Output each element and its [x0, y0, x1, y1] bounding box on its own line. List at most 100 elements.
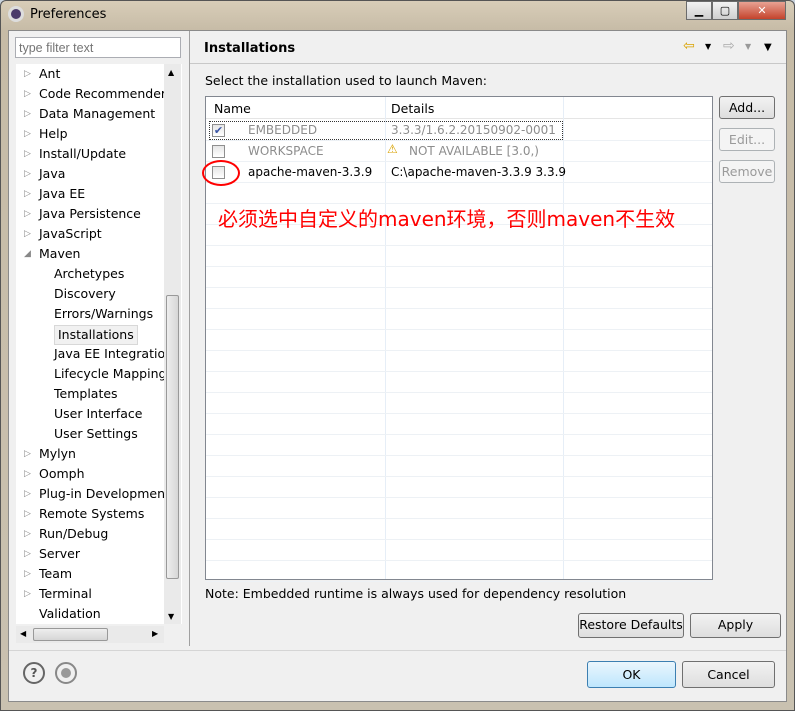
ok-button[interactable]: OK	[587, 661, 676, 688]
tree-item[interactable]: Help	[39, 125, 68, 145]
row-details: NOT AVAILABLE [3.0,)	[409, 144, 539, 158]
tree-item[interactable]: Errors/Warnings	[54, 305, 153, 325]
grid-line	[206, 539, 712, 540]
collapsed-arrow-icon[interactable]: ▷	[24, 89, 31, 99]
tree-item[interactable]: Run/Debug	[39, 525, 108, 545]
collapsed-arrow-icon[interactable]: ▷	[24, 209, 31, 219]
tree-item[interactable]: Code Recommenders	[39, 85, 173, 105]
row-details: 3.3.3/1.6.2.20150902-0001	[391, 123, 556, 137]
hscroll-thumb[interactable]	[33, 628, 108, 641]
tree-item[interactable]: Terminal	[39, 585, 92, 605]
collapsed-arrow-icon[interactable]: ▷	[24, 589, 31, 599]
tree-item[interactable]: Server	[39, 545, 80, 565]
maximize-button[interactable]: ▢	[712, 1, 738, 20]
tree-item[interactable]: Validation	[39, 605, 101, 625]
annotation-text: 必须选中自定义的maven环境，否则maven不生效	[218, 207, 676, 231]
collapsed-arrow-icon[interactable]: ▷	[24, 149, 31, 159]
header-separator	[190, 63, 786, 64]
row-name: EMBEDDED	[248, 123, 318, 137]
tree-item[interactable]: Data Management	[39, 105, 155, 125]
collapsed-arrow-icon[interactable]: ▷	[24, 469, 31, 479]
tree-item[interactable]: User Settings	[54, 425, 138, 445]
note-label: Note: Embedded runtime is always used fo…	[205, 586, 627, 601]
collapsed-arrow-icon[interactable]: ▷	[24, 529, 31, 539]
column-header-name[interactable]: Name	[214, 101, 251, 116]
collapsed-arrow-icon[interactable]: ▷	[24, 109, 31, 119]
collapsed-arrow-icon[interactable]: ▷	[24, 489, 31, 499]
grid-line	[206, 287, 712, 288]
add-button[interactable]: Add...	[719, 96, 775, 119]
grid-line	[206, 476, 712, 477]
tree-item[interactable]: Ant	[39, 65, 60, 85]
filter-input[interactable]	[15, 37, 181, 58]
restore-defaults-button[interactable]: Restore Defaults	[578, 613, 684, 638]
page-title: Installations	[204, 41, 296, 56]
column-header-details[interactable]: Details	[391, 101, 434, 116]
help-icon[interactable]: ?	[23, 662, 45, 684]
tree-item[interactable]: Java	[39, 165, 65, 185]
tree-item[interactable]: User Interface	[54, 405, 142, 425]
grid-line	[206, 455, 712, 456]
grid-line	[206, 182, 712, 183]
pane-divider[interactable]	[189, 31, 190, 646]
scroll-down-icon[interactable]: ▼	[168, 612, 174, 621]
grid-line	[206, 308, 712, 309]
tree-item[interactable]: Oomph	[39, 465, 85, 485]
tree-item[interactable]: JavaScript	[39, 225, 102, 245]
scroll-up-icon[interactable]: ▲	[168, 68, 174, 77]
edit-button[interactable]: Edit...	[719, 128, 775, 151]
record-macro-icon[interactable]	[55, 662, 77, 684]
tree-item[interactable]: Java EE	[39, 185, 85, 205]
expanded-arrow-icon[interactable]: ◢	[24, 249, 31, 259]
grid-line	[206, 434, 712, 435]
preferences-gear-icon	[8, 6, 24, 22]
scroll-right-icon[interactable]: ▶	[152, 629, 158, 638]
collapsed-arrow-icon[interactable]: ▷	[24, 189, 31, 199]
grid-line	[206, 245, 712, 246]
cancel-button[interactable]: Cancel	[682, 661, 775, 688]
tree-horizontal-scrollbar[interactable]: ◀ ▶	[16, 626, 164, 643]
grid-line	[206, 581, 712, 582]
tree-item[interactable]: Archetypes	[54, 265, 124, 285]
grid-line	[206, 140, 712, 141]
collapsed-arrow-icon[interactable]: ▷	[24, 69, 31, 79]
tree-item[interactable]: Installations	[54, 325, 138, 345]
apply-button[interactable]: Apply	[690, 613, 781, 638]
tree-item[interactable]: Mylyn	[39, 445, 76, 465]
tree-item[interactable]: Maven	[39, 245, 80, 265]
collapsed-arrow-icon[interactable]: ▷	[24, 569, 31, 579]
tree-vertical-scrollbar[interactable]: ▲ ▼	[164, 64, 181, 624]
tree-item[interactable]: Java EE Integration	[54, 345, 173, 365]
tree-item[interactable]: Plug-in Development	[39, 485, 170, 505]
forward-arrow-icon[interactable]: ⇨	[723, 38, 735, 54]
collapsed-arrow-icon[interactable]: ▷	[24, 549, 31, 559]
grid-line	[206, 161, 712, 162]
tree-item[interactable]: Install/Update	[39, 145, 126, 165]
scroll-left-icon[interactable]: ◀	[20, 629, 26, 638]
row-name: apache-maven-3.3.9	[248, 165, 373, 179]
tree-item[interactable]: Discovery	[54, 285, 116, 305]
tree-item[interactable]: Remote Systems	[39, 505, 144, 525]
forward-menu-icon[interactable]: ▼	[745, 42, 751, 51]
back-arrow-icon[interactable]: ⇦	[683, 38, 695, 54]
tree-item[interactable]: Java Persistence	[39, 205, 141, 225]
collapsed-arrow-icon[interactable]: ▷	[24, 509, 31, 519]
grid-line	[206, 413, 712, 414]
view-menu-icon[interactable]: ▼	[764, 42, 772, 53]
minimize-button[interactable]: ▁	[686, 1, 712, 20]
tree-item[interactable]: Templates	[54, 385, 118, 405]
back-menu-icon[interactable]: ▼	[705, 42, 711, 51]
collapsed-arrow-icon[interactable]: ▷	[24, 169, 31, 179]
instruction-label: Select the installation used to launch M…	[205, 73, 487, 88]
remove-button[interactable]: Remove	[719, 160, 775, 183]
scroll-thumb[interactable]	[166, 295, 179, 579]
tree-item[interactable]: Team	[39, 565, 72, 585]
close-button[interactable]: ✕	[738, 1, 786, 20]
checkbox-embedded[interactable]: ✔	[212, 124, 225, 137]
collapsed-arrow-icon[interactable]: ▷	[24, 229, 31, 239]
row-details: C:\apache-maven-3.3.9 3.3.9	[391, 165, 567, 179]
tree-item[interactable]: Lifecycle Mapping	[54, 365, 166, 385]
checkbox-workspace[interactable]	[212, 145, 225, 158]
collapsed-arrow-icon[interactable]: ▷	[24, 449, 31, 459]
collapsed-arrow-icon[interactable]: ▷	[24, 129, 31, 139]
